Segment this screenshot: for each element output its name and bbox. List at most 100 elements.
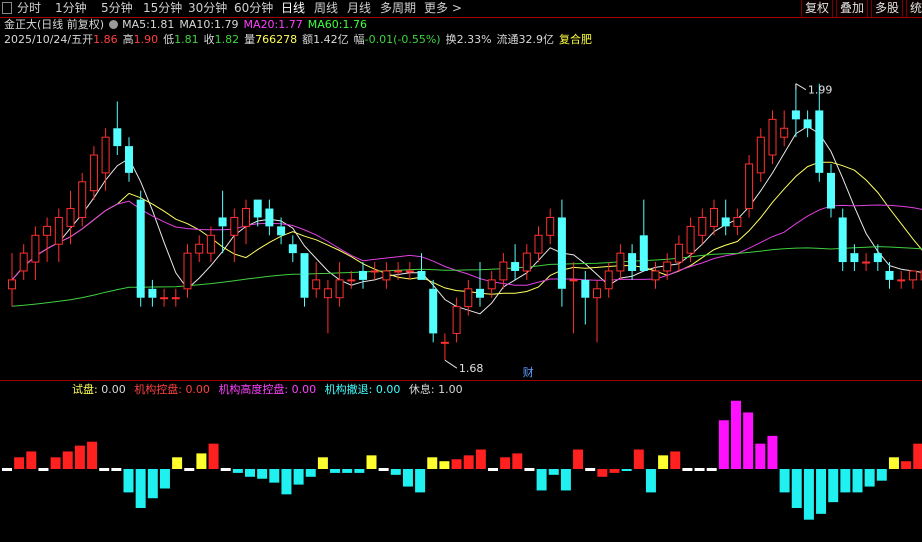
- candle: [780, 110, 789, 147]
- indicator-bar: [694, 468, 705, 471]
- tab-15min[interactable]: 15分钟: [143, 0, 182, 17]
- tab-30min[interactable]: 30分钟: [188, 0, 227, 17]
- restore-rights-button[interactable]: 复权: [801, 0, 834, 17]
- candle-body: [335, 279, 344, 299]
- candle: [171, 288, 180, 307]
- indicator-bar: [62, 451, 73, 469]
- indicator-bar: [232, 469, 243, 473]
- candle-body: [89, 154, 98, 192]
- candle-body: [768, 118, 777, 156]
- candle-body: [827, 172, 835, 209]
- candle-body: [405, 270, 414, 273]
- indicator-bar: [366, 455, 377, 469]
- finance-event-marker[interactable]: 财: [523, 365, 534, 379]
- candle: [242, 199, 250, 245]
- candle-body: [113, 128, 122, 147]
- indicator-bar: [257, 469, 268, 479]
- candle-body: [780, 127, 789, 138]
- ma60-value: 1.76: [342, 18, 367, 31]
- candle: [66, 190, 75, 245]
- candle: [382, 262, 391, 289]
- tab-more[interactable]: 更多 >: [424, 0, 462, 17]
- candle: [54, 208, 63, 263]
- indicator-bar: [512, 453, 523, 469]
- candle: [674, 235, 683, 271]
- candle-body: [674, 243, 683, 263]
- candle-body: [54, 216, 63, 245]
- candle-body: [628, 253, 637, 271]
- indicator-bar: [500, 457, 511, 469]
- candle: [873, 244, 882, 271]
- candle-body: [136, 199, 145, 298]
- settings-dot-icon[interactable]: [109, 20, 119, 29]
- tab-1min[interactable]: 1分钟: [55, 0, 87, 17]
- tab-weekly[interactable]: 周线: [314, 0, 338, 17]
- candle-body: [873, 253, 882, 263]
- multi-stock-button[interactable]: 多股: [871, 0, 904, 17]
- tab-monthly[interactable]: 月线: [347, 0, 371, 17]
- ma5-label: MA5:: [122, 18, 150, 31]
- indicator-bar: [573, 449, 584, 469]
- ma10-line: [11, 161, 922, 295]
- candle: [791, 83, 800, 138]
- indicator-bar: [706, 468, 717, 471]
- candle-body: [908, 270, 917, 281]
- candle: [195, 235, 204, 263]
- stats-button[interactable]: 统: [906, 0, 922, 17]
- candle-body: [546, 216, 555, 236]
- indicator-bar: [50, 457, 61, 469]
- tab-fenshi[interactable]: 分时: [17, 0, 41, 17]
- candle-body: [347, 279, 356, 282]
- candle-body: [686, 225, 695, 254]
- indicator-bar: [621, 469, 632, 471]
- candle: [125, 137, 133, 182]
- candle: [300, 253, 309, 307]
- overlay-button[interactable]: 叠加: [836, 0, 869, 17]
- candle-body: [171, 297, 180, 300]
- candle: [43, 217, 52, 263]
- candle-body: [242, 208, 250, 227]
- candle-body: [370, 270, 379, 273]
- candle: [581, 270, 590, 325]
- indicator-bar: [220, 468, 231, 471]
- indicator-bar: [99, 468, 110, 471]
- candle-body: [394, 270, 403, 273]
- indicator-bar: [658, 455, 669, 469]
- candle: [604, 262, 613, 298]
- tab-5min[interactable]: 5分钟: [101, 0, 133, 17]
- indicator-bar: [743, 412, 754, 469]
- candle-body: [756, 136, 765, 174]
- indicator-bar: [2, 468, 12, 471]
- tab-60min[interactable]: 60分钟: [234, 0, 273, 17]
- candle-body: [66, 208, 75, 227]
- indicator-bar: [791, 469, 802, 508]
- candle: [452, 297, 461, 343]
- indicator-bar: [135, 469, 146, 508]
- candle-body: [148, 288, 157, 298]
- sector-label[interactable]: 复合肥: [559, 33, 592, 46]
- candle: [838, 208, 847, 271]
- candle: [663, 253, 672, 280]
- candle: [101, 128, 110, 191]
- tab-multi-period[interactable]: 多周期: [380, 0, 416, 17]
- candle-body: [639, 235, 648, 271]
- candle-body: [265, 208, 274, 227]
- indicator-bar: [609, 469, 620, 473]
- tab-daily[interactable]: 日线: [281, 0, 305, 17]
- candle: [347, 270, 356, 289]
- indicator-bar: [682, 468, 693, 471]
- indicator-bar: [147, 469, 158, 499]
- float-value: 32.9亿: [518, 33, 555, 46]
- candle-body: [698, 216, 707, 236]
- candle-body: [359, 270, 367, 280]
- kline-chart[interactable]: 1.99 1.68 财: [0, 0, 922, 542]
- candle-body: [476, 288, 484, 298]
- candle: [616, 244, 625, 280]
- candle-body: [19, 252, 28, 272]
- float-label: 流通: [496, 33, 519, 46]
- max-price-label: 1.99: [808, 84, 833, 97]
- panel-toggle-icon[interactable]: [2, 2, 12, 14]
- indicator-bar: [475, 449, 486, 469]
- candle-body: [569, 279, 578, 282]
- candle-body: [534, 234, 543, 254]
